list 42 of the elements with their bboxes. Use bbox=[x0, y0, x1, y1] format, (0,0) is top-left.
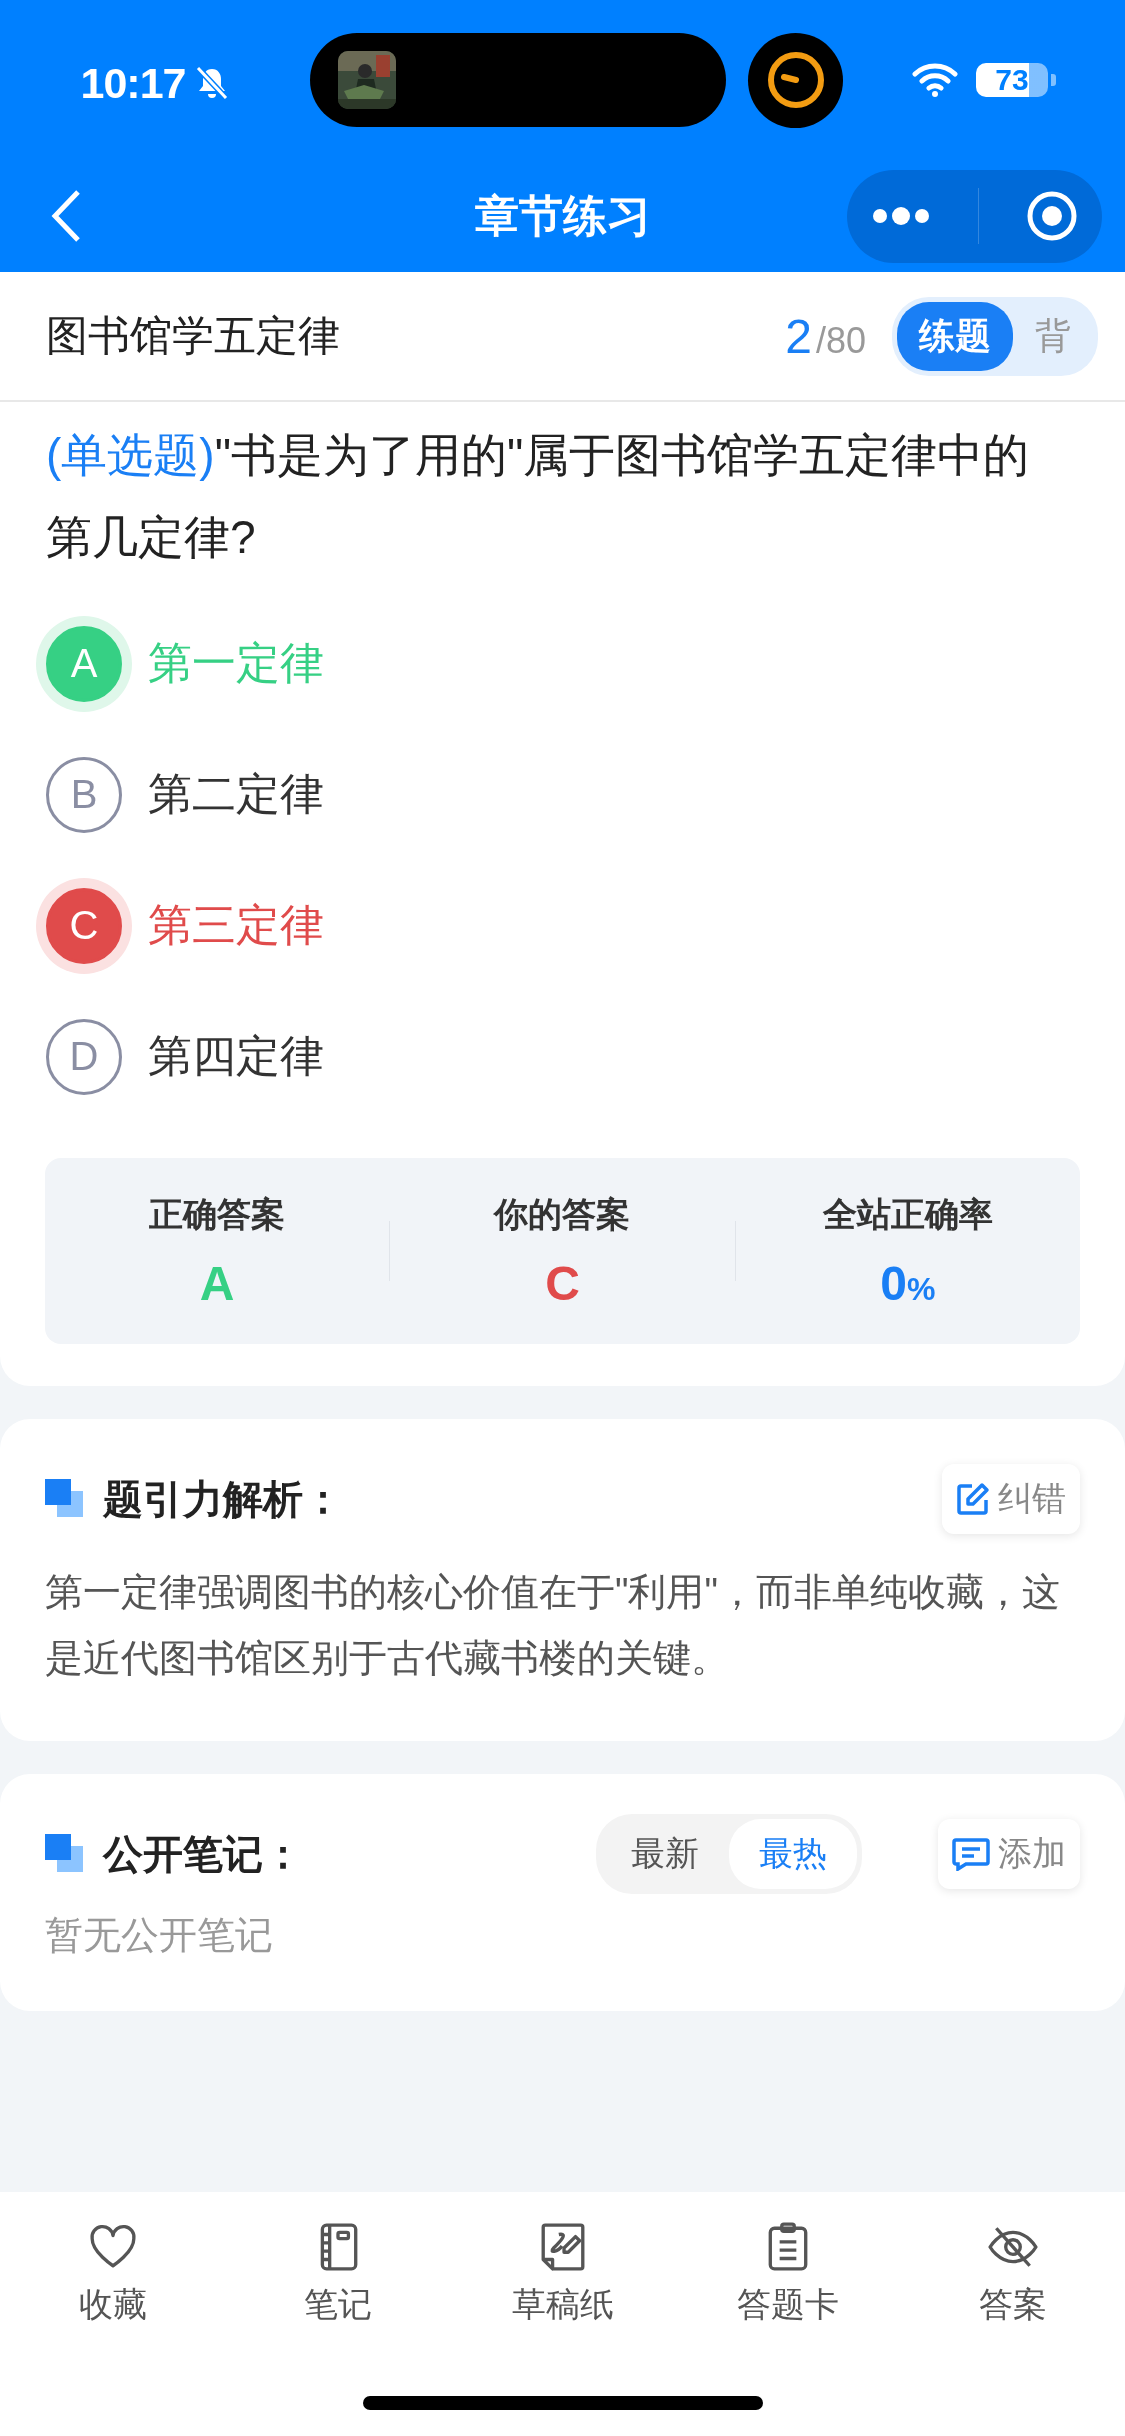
comment-icon bbox=[952, 1837, 990, 1871]
edit-icon bbox=[956, 1482, 990, 1516]
wifi-icon bbox=[912, 63, 958, 97]
summary-label: 全站正确率 bbox=[822, 1193, 993, 1235]
target-icon[interactable] bbox=[1026, 190, 1079, 242]
summary-value: A bbox=[199, 1255, 235, 1311]
back-icon[interactable] bbox=[50, 188, 82, 244]
option-text[interactable]: 第二定律 bbox=[148, 765, 324, 824]
section-title: 题引力解析： bbox=[103, 1475, 344, 1523]
tab-item[interactable]: 笔记 bbox=[225, 2222, 450, 2328]
page-title: 章节练习 bbox=[474, 189, 651, 242]
analysis-text: 第一定律强调图书的核心价值在于"利用"，而非单纯收藏，这是近代图书馆区别于古代藏书楼的关键。 bbox=[45, 1570, 1061, 1681]
option-text[interactable]: 第一定律 bbox=[148, 634, 324, 693]
option-letter[interactable]: B bbox=[46, 756, 122, 833]
sort-tab[interactable]: 最热 bbox=[729, 1819, 857, 1889]
sort-tab[interactable]: 最新 bbox=[601, 1819, 729, 1889]
current-number: 2 bbox=[785, 308, 812, 364]
summary-label: 你的答案 bbox=[494, 1193, 631, 1235]
tab-item[interactable]: 草稿纸 bbox=[450, 2222, 675, 2328]
empty-notes-text: 暂无公开笔记 bbox=[45, 1913, 274, 1958]
bell-off-icon bbox=[195, 65, 230, 101]
chapter-title: 图书馆学五定律 bbox=[46, 311, 341, 361]
section-icon bbox=[45, 1834, 85, 1874]
summary-value: 0% bbox=[880, 1255, 936, 1311]
tab-item[interactable]: 收藏 bbox=[0, 2222, 225, 2328]
question-text: (单选题)"书是为了用的"属于图书馆学五定律中的第几定律? bbox=[46, 428, 1031, 565]
tab-item[interactable]: 答题卡 bbox=[675, 2222, 900, 2328]
summary-label: 正确答案 bbox=[149, 1193, 286, 1235]
mode-tab[interactable]: 练题 bbox=[897, 301, 1013, 371]
summary-value: C bbox=[545, 1255, 580, 1311]
option-letter[interactable]: D bbox=[46, 1018, 122, 1095]
tab-item[interactable]: 答案 bbox=[900, 2222, 1125, 2328]
option-text[interactable]: 第四定律 bbox=[148, 1027, 324, 1086]
more-icon[interactable] bbox=[870, 206, 931, 226]
mode-tab[interactable]: 背 bbox=[1013, 301, 1093, 371]
total-count: /80 bbox=[815, 319, 866, 362]
correction-button[interactable]: 纠错 bbox=[942, 1464, 1080, 1534]
clock-time: 10:17 bbox=[80, 58, 186, 108]
add-note-button[interactable]: 添加 bbox=[938, 1819, 1080, 1889]
section-icon bbox=[45, 1479, 85, 1519]
option-text[interactable]: 第三定律 bbox=[148, 896, 324, 955]
section-title: 公开笔记： bbox=[103, 1830, 304, 1878]
